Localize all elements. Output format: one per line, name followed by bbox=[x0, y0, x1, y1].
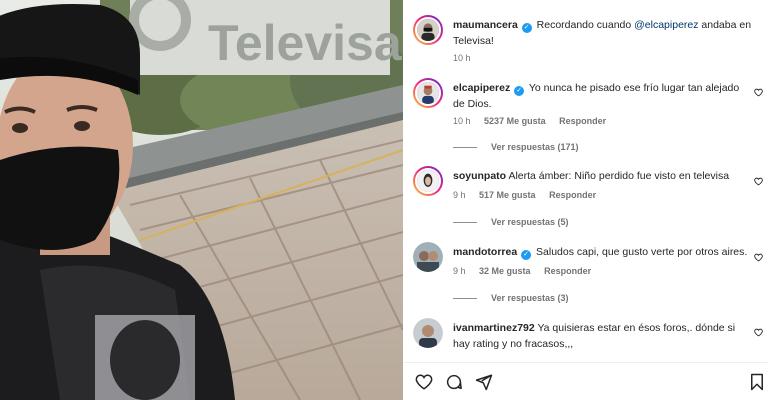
comment-like-icon[interactable] bbox=[754, 88, 763, 97]
comments-list[interactable]: maumancera ✓ Recordando cuando @elcapipe… bbox=[403, 0, 768, 362]
view-replies-label: Ver respuestas (171) bbox=[491, 142, 579, 152]
replies-line bbox=[453, 222, 477, 224]
avatar[interactable] bbox=[413, 166, 443, 196]
comments-panel: maumancera ✓ Recordando cuando @elcapipe… bbox=[403, 0, 768, 400]
caption-time[interactable]: 10 h bbox=[453, 53, 471, 63]
comment-time[interactable]: 9 h bbox=[453, 266, 466, 276]
comment-text: elcapiperez ✓ Yo nunca he pisado ese frí… bbox=[453, 80, 753, 112]
comment-user[interactable]: ivanmartinez792 bbox=[453, 322, 535, 334]
view-replies-button[interactable]: Ver respuestas (171) bbox=[453, 142, 579, 152]
avatar[interactable] bbox=[413, 15, 443, 45]
view-replies-label: Ver respuestas (5) bbox=[491, 217, 569, 227]
reply-button[interactable]: Responder bbox=[544, 266, 591, 276]
comment-body: Saludos capi, que gusto verte por otros … bbox=[536, 246, 748, 258]
view-replies-button[interactable]: Ver respuestas (5) bbox=[453, 217, 569, 227]
comment-user[interactable]: mandotorrea bbox=[453, 246, 517, 258]
comment-text: ivanmartinez792 Ya quisieras estar en és… bbox=[453, 320, 753, 352]
caption-prefix: Recordando cuando bbox=[536, 19, 635, 31]
comment-meta: 9 h 32 Me gusta Responder bbox=[453, 266, 602, 276]
selfie-photo: Televisa bbox=[0, 0, 403, 400]
view-replies-label: Ver respuestas (3) bbox=[491, 293, 569, 303]
comment-text: soyunpato Alerta ámber: Niño perdido fue… bbox=[453, 168, 753, 184]
comment-like-icon[interactable] bbox=[754, 177, 763, 186]
caption-mention[interactable]: @elcapiperez bbox=[634, 19, 698, 31]
share-icon[interactable] bbox=[475, 373, 493, 391]
caption-meta: 10 h bbox=[453, 53, 482, 63]
action-bar bbox=[403, 362, 768, 400]
comment-text: mandotorrea ✓ Saludos capi, que gusto ve… bbox=[453, 244, 753, 260]
comment-likes[interactable]: 32 Me gusta bbox=[479, 266, 531, 276]
view-replies-button[interactable]: Ver respuestas (3) bbox=[453, 293, 569, 303]
heart-icon[interactable] bbox=[415, 373, 433, 391]
comment-like-icon[interactable] bbox=[754, 328, 763, 337]
comment-time[interactable]: 10 h bbox=[453, 116, 471, 126]
reply-button[interactable]: Responder bbox=[549, 190, 596, 200]
reply-button[interactable]: Responder bbox=[559, 116, 606, 126]
bookmark-icon[interactable] bbox=[748, 373, 766, 391]
replies-line bbox=[453, 147, 477, 149]
comment-body: Alerta ámber: Niño perdido fue visto en … bbox=[508, 170, 730, 182]
comment-meta: 10 h 5237 Me gusta Responder bbox=[453, 116, 617, 126]
avatar[interactable] bbox=[413, 318, 443, 348]
replies-line bbox=[453, 298, 477, 300]
comment-likes[interactable]: 517 Me gusta bbox=[479, 190, 536, 200]
verified-icon: ✓ bbox=[521, 23, 532, 33]
post-author[interactable]: maumancera bbox=[453, 19, 518, 31]
comment-likes[interactable]: 5237 Me gusta bbox=[484, 116, 546, 126]
comment-icon[interactable] bbox=[445, 373, 463, 391]
comment-meta: 9 h 517 Me gusta Responder bbox=[453, 190, 607, 200]
comment-like-icon[interactable] bbox=[754, 253, 763, 262]
caption-text: maumancera ✓ Recordando cuando @elcapipe… bbox=[453, 17, 753, 49]
photo-sign-text: Televisa bbox=[208, 15, 403, 71]
avatar[interactable] bbox=[413, 242, 443, 272]
comment-user[interactable]: soyunpato bbox=[453, 170, 506, 182]
post-photo[interactable]: Televisa bbox=[0, 0, 403, 400]
verified-icon: ✓ bbox=[514, 86, 525, 96]
comment-time[interactable]: 9 h bbox=[453, 190, 466, 200]
avatar[interactable] bbox=[413, 78, 443, 108]
comment-user[interactable]: elcapiperez bbox=[453, 82, 510, 94]
verified-icon: ✓ bbox=[521, 250, 532, 260]
